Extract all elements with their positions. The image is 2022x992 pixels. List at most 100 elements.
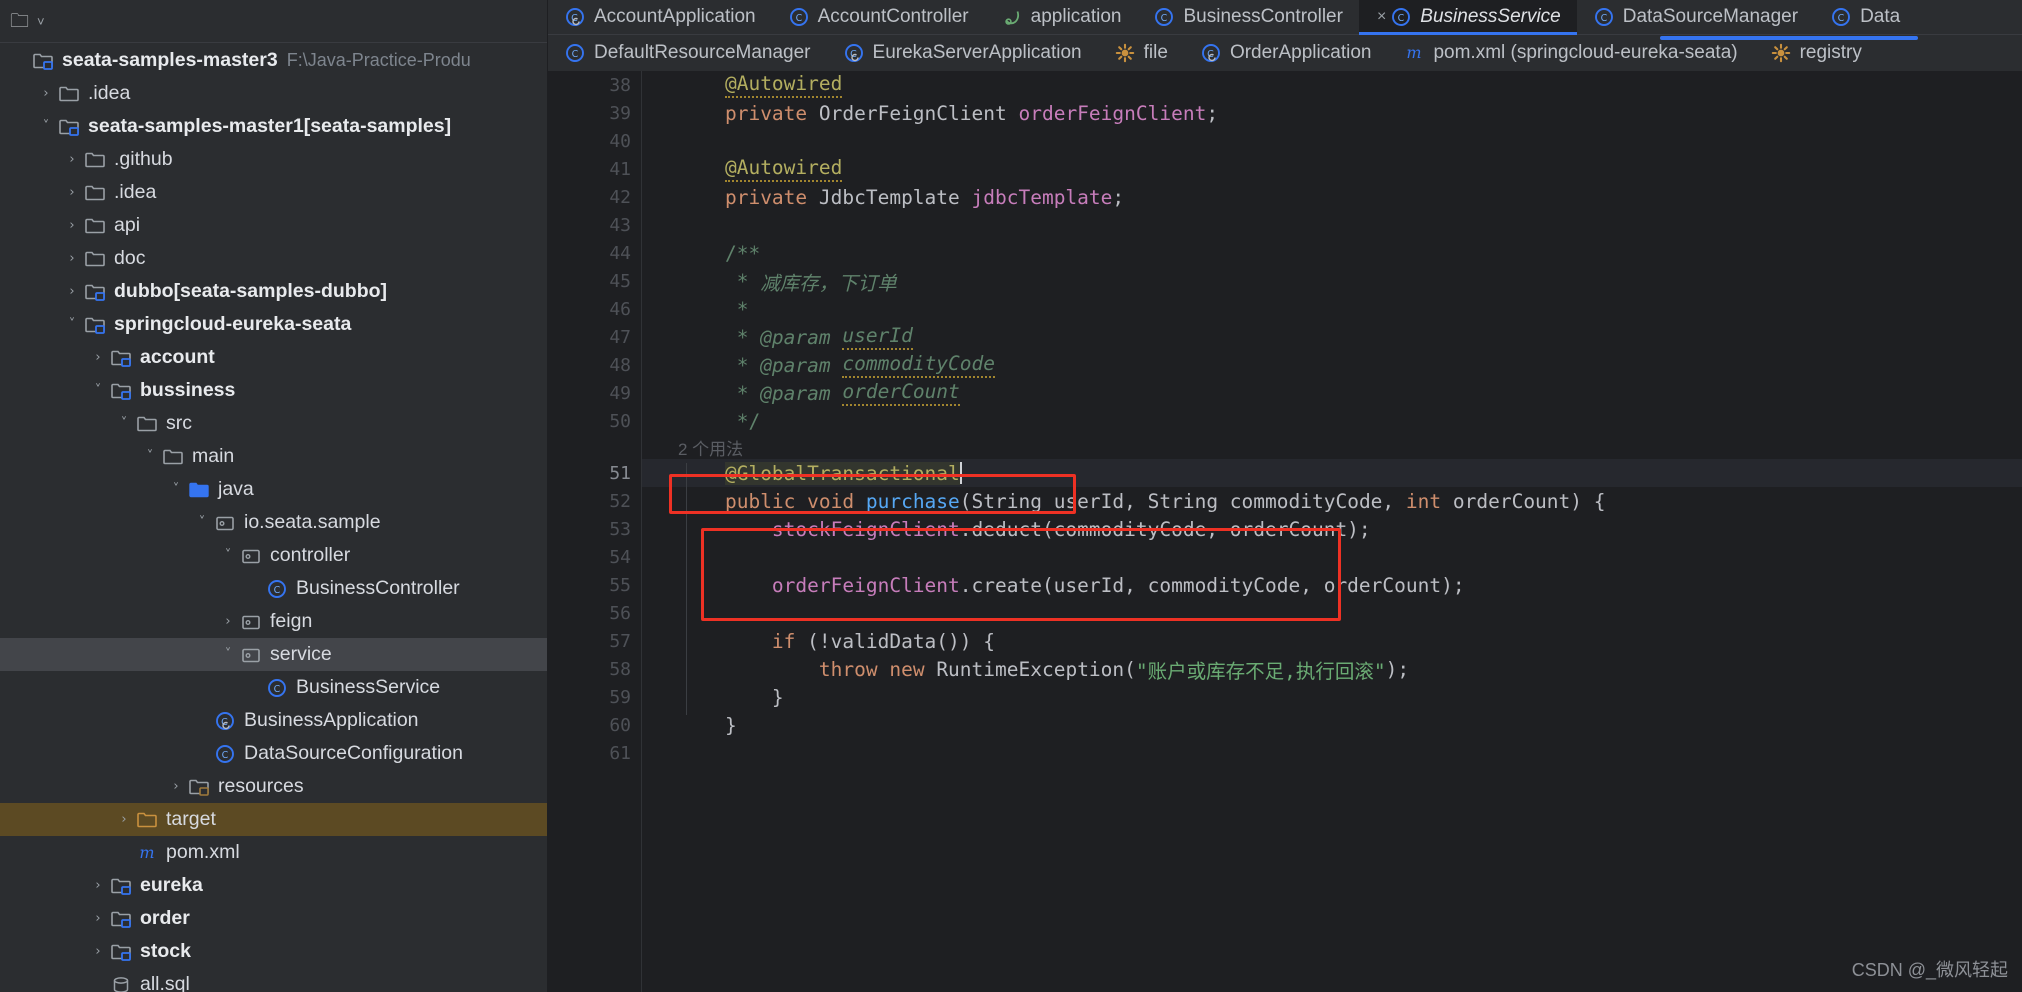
gutter-line-number[interactable]: 44 <box>548 239 641 267</box>
code-line[interactable]: @GlobalTransactional <box>642 459 2022 487</box>
gutter-line-number[interactable]: 43 <box>548 211 641 239</box>
editor-tab-application[interactable]: application <box>985 0 1138 35</box>
chevron-down-icon[interactable]: ˅ <box>166 483 186 496</box>
tree-item-java[interactable]: ˅ java <box>0 473 547 506</box>
code-line[interactable]: stockFeignClient .deduct(commodityCode, o… <box>642 515 2022 543</box>
chevron-right-icon[interactable]: › <box>36 87 56 100</box>
project-tree[interactable]: seata-samples-master3 F:\Java-Practice-Pr… <box>0 42 547 992</box>
chevron-right-icon[interactable]: › <box>88 945 108 958</box>
editor-tab-orderapplication[interactable]: C OrderApplication <box>1184 35 1388 70</box>
code-line[interactable]: /** <box>642 239 2022 267</box>
chevron-down-icon[interactable]: ˅ <box>218 549 238 562</box>
code-line[interactable] <box>642 127 2022 155</box>
editor-tab-row-1[interactable]: C AccountApplication C AccountController app… <box>548 0 2022 35</box>
tab-scroll-indicator[interactable] <box>1660 36 1918 40</box>
tree-item-feign[interactable]: › feign <box>0 605 547 638</box>
gutter-line-number[interactable]: 53 <box>548 515 641 543</box>
close-icon[interactable]: × <box>1377 8 1386 26</box>
chevron-right-icon[interactable]: › <box>88 351 108 364</box>
usages-inlay-hint[interactable]: 2 个用法 <box>678 435 743 460</box>
gutter-line-number[interactable]: 38 <box>548 71 641 99</box>
tree-item-src[interactable]: ˅ src <box>0 407 547 440</box>
tree-item-api[interactable]: › api <box>0 209 547 242</box>
code-line[interactable]: * @param orderCount <box>642 379 2022 407</box>
code-line[interactable]: @Autowired <box>642 71 2022 99</box>
chevron-down-icon[interactable]: ˅ <box>62 318 82 331</box>
chevron-right-icon[interactable]: › <box>62 252 82 265</box>
editor-tab-accountapplication[interactable]: C AccountApplication <box>548 0 772 35</box>
gutter-line-number[interactable]: 41 <box>548 155 641 183</box>
gutter-line-number[interactable]: 60 <box>548 711 641 739</box>
code-line[interactable]: orderFeignClient .create(userId, commodit… <box>642 571 2022 599</box>
code-line[interactable]: if (!validData()) { <box>642 627 2022 655</box>
chevron-down-icon[interactable]: ˅ <box>88 384 108 397</box>
editor-tab-datasourcemanager[interactable]: C DataSourceManager <box>1577 0 1814 35</box>
chevron-right-icon[interactable]: › <box>62 153 82 166</box>
tree-item-eureka[interactable]: › eureka <box>0 869 547 902</box>
tree-item-businesscontroller[interactable]: C BusinessController <box>0 572 547 605</box>
chevron-down-icon[interactable]: ˅ <box>36 120 56 133</box>
tree-item-order[interactable]: › order <box>0 902 547 935</box>
code-line[interactable]: } <box>642 683 2022 711</box>
tree-item--idea[interactable]: › .idea <box>0 77 547 110</box>
tree-item-springcloud-eureka-seata[interactable]: ˅ springcloud-eureka-seata <box>0 308 547 341</box>
gutter-line-number[interactable]: 58 <box>548 655 641 683</box>
code-line[interactable]: private JdbcTemplate jdbcTemplate; <box>642 183 2022 211</box>
code-line[interactable]: public void purchase (String userId, Stri… <box>642 487 2022 515</box>
chevron-right-icon[interactable]: › <box>62 219 82 232</box>
tree-item-stock[interactable]: › stock <box>0 935 547 968</box>
chevron-right-icon[interactable]: › <box>88 879 108 892</box>
tree-item--github[interactable]: › .github <box>0 143 547 176</box>
tree-item-main[interactable]: ˅ main <box>0 440 547 473</box>
tree-item-seata-samples-master3[interactable]: seata-samples-master3 F:\Java-Practice-Pr… <box>0 44 547 77</box>
gutter-line-number[interactable]: 61 <box>548 739 641 767</box>
tree-item-bussiness[interactable]: ˅ bussiness <box>0 374 547 407</box>
gutter-line-number[interactable]: 39 <box>548 99 641 127</box>
chevron-down-icon[interactable]: ˅ <box>192 516 212 529</box>
code-content[interactable]: @Autowired private OrderFeignClient orde… <box>641 71 2022 992</box>
tree-item-doc[interactable]: › doc <box>0 242 547 275</box>
chevron-down-icon[interactable]: ˅ <box>114 417 134 430</box>
code-line[interactable] <box>642 739 2022 767</box>
code-line[interactable] <box>642 543 2022 571</box>
gutter-line-number[interactable]: 55 <box>548 571 641 599</box>
chevron-right-icon[interactable]: › <box>218 615 238 628</box>
chevron-right-icon[interactable]: › <box>88 912 108 925</box>
code-line[interactable]: private OrderFeignClient orderFeignClien… <box>642 99 2022 127</box>
tree-item-seata-samples-master1[interactable]: ˅ seata-samples-master1 [seata-samples] <box>0 110 547 143</box>
tree-item-pom-xml[interactable]: m pom.xml <box>0 836 547 869</box>
gutter-line-number[interactable]: 57 <box>548 627 641 655</box>
gutter-line-number[interactable]: 45 <box>548 267 641 295</box>
gutter-line-number[interactable]: 49 <box>548 379 641 407</box>
code-line[interactable]: } <box>642 711 2022 739</box>
editor-tab-file[interactable]: file <box>1098 35 1184 70</box>
tree-item-resources[interactable]: › resources <box>0 770 547 803</box>
gutter-line-number[interactable]: 50 <box>548 407 641 435</box>
chevron-down-icon[interactable]: ˅ <box>37 14 45 29</box>
tree-item-all-sql[interactable]: all.sql <box>0 968 547 992</box>
tree-item-businessservice[interactable]: C BusinessService <box>0 671 547 704</box>
editor-tab-data[interactable]: C Data <box>1814 0 1916 35</box>
chevron-right-icon[interactable]: › <box>62 285 82 298</box>
tree-item-datasourceconfiguration[interactable]: C DataSourceConfiguration <box>0 737 547 770</box>
gutter-line-number[interactable]: 42 <box>548 183 641 211</box>
chevron-right-icon[interactable]: › <box>62 186 82 199</box>
chevron-down-icon[interactable]: ˅ <box>218 648 238 661</box>
gutter-line-number[interactable]: 52 <box>548 487 641 515</box>
editor-tab-registry[interactable]: registry <box>1754 35 1878 70</box>
editor-gutter[interactable]: 38 39 40 41 42 43 44 45 46 47 48 49 50 51 52 53 54 55 56 57… <box>548 71 641 992</box>
editor-tab-defaultresourcemanager[interactable]: C DefaultResourceManager <box>548 35 827 70</box>
code-line[interactable]: * @param userId <box>642 323 2022 351</box>
gutter-line-number[interactable]: 46 <box>548 295 641 323</box>
gutter-line-number[interactable]: 51 <box>548 459 641 487</box>
editor-tab-businesscontroller[interactable]: C BusinessController <box>1137 0 1358 35</box>
code-line[interactable]: * @param commodityCode <box>642 351 2022 379</box>
tree-item-account[interactable]: › account <box>0 341 547 374</box>
project-panel-header[interactable]: 🗀 ˅ <box>0 0 547 42</box>
gutter-line-number[interactable]: 56 <box>548 599 641 627</box>
tree-item-target[interactable]: › target <box>0 803 547 836</box>
code-line[interactable] <box>642 599 2022 627</box>
editor-tab-eurekaserverapplication[interactable]: C EurekaServerApplication <box>827 35 1098 70</box>
code-line[interactable]: throw new RuntimeException("账户或库存不足,执行回滚… <box>642 655 2022 683</box>
tree-item-businessapplication[interactable]: C BusinessApplication <box>0 704 547 737</box>
